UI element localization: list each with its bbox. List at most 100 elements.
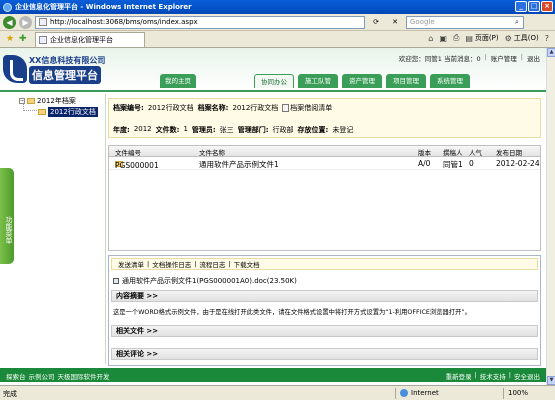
logout-link[interactable]: 退出	[527, 53, 540, 63]
year-label: 年度:	[113, 126, 130, 134]
footer-left-2: 示例公司	[28, 373, 55, 381]
cell-name[interactable]: 通用软件产品示例文件1	[199, 159, 279, 170]
reader-list-link[interactable]: 档案借阅清单	[282, 103, 332, 113]
detail-tabs: 发送清单 | 文档操作日志 | 流程日志 | 下载文档	[111, 258, 538, 270]
welcome-text: 欢迎您：同管1 当前消息：0	[398, 55, 481, 63]
archive-name: 2012行政文档	[232, 104, 279, 112]
print-icon: ⎙	[452, 33, 460, 42]
table-row[interactable]: PGS000001 通用软件产品示例文件1 A/0 同管1 0 2012-02-…	[109, 157, 540, 170]
function-menu-toggle[interactable]: 功能菜单	[0, 168, 14, 264]
address-bar-row: ◀ ▶ http://localhost:3068/bms/oms/index.…	[0, 14, 555, 31]
site-footer: 探索台 示例公司 天极国际软件开发 重新登录 | 技术支持 | 安全退出	[0, 368, 546, 382]
add-favorite-icon[interactable]: ✚	[19, 34, 29, 44]
admin-value: 张三	[219, 126, 234, 134]
col-header-version[interactable]: 版本	[418, 147, 431, 157]
maximize-button[interactable]: □	[528, 1, 540, 12]
address-text: http://localhost:3068/bms/oms/index.aspx	[50, 18, 198, 26]
table-header: 文件编号 文件名称 版本 撰稿人 人气 发布日期	[109, 146, 540, 157]
help-icon: ?	[544, 33, 549, 43]
stop-icon[interactable]: ✕	[387, 16, 403, 29]
cell-version: A/0	[418, 159, 431, 168]
search-input[interactable]: Google ⌕	[406, 15, 524, 29]
relogin-link[interactable]: 重新登录	[446, 371, 472, 381]
cell-author: 同管1	[443, 160, 463, 169]
location-label: 存放位置:	[297, 126, 329, 134]
print-cmd[interactable]: ⎙	[453, 33, 459, 43]
tab-send-list[interactable]: 发送清单	[118, 259, 144, 269]
page-menu[interactable]: ▤ 页面(P)	[465, 33, 498, 43]
browser-tab[interactable]: 企业信息化管理平台	[35, 31, 145, 47]
home-icon: ⌂	[428, 33, 434, 43]
forward-icon[interactable]: ▶	[19, 15, 32, 29]
file-table: 文件编号 文件名称 版本 撰稿人 人气 发布日期 PGS000001 通用软件产…	[108, 145, 541, 251]
feeds-icon: ▣	[439, 33, 447, 43]
scroll-up-icon[interactable]: ▲	[547, 48, 555, 57]
page-menu-label: 页面(P)	[474, 34, 499, 42]
scroll-down-icon[interactable]: ▼	[547, 376, 555, 385]
tab-doc-log[interactable]: 文档操作日志	[152, 259, 191, 269]
help-cmd[interactable]: ?	[545, 34, 549, 43]
safe-exit-link[interactable]: 安全退出	[514, 371, 540, 381]
logo-company-name: XX信息科技有限公司	[29, 56, 106, 65]
attachment-link[interactable]: 通用软件产品示例文件1(PGS000001A0).doc(23.50K)	[113, 276, 297, 286]
refresh-icon[interactable]: ⟳	[368, 16, 384, 29]
page-menu-icon: ▤	[465, 33, 473, 43]
account-link[interactable]: 账户管理	[491, 53, 517, 63]
word-doc-icon	[113, 278, 119, 284]
favorites-star-icon[interactable]: ★	[6, 34, 16, 44]
security-zone: Internet	[400, 389, 439, 397]
related-files-header[interactable]: 相关文件 >>	[111, 325, 538, 337]
close-button[interactable]: ×	[541, 1, 553, 12]
window-titlebar: 企业信息化管理平台 - Windows Internet Explorer _ …	[0, 0, 555, 14]
search-icon[interactable]: ⌕	[512, 18, 522, 27]
nav-tab-assets[interactable]: 资产管理	[342, 74, 382, 88]
dept-value: 行政部	[272, 126, 294, 134]
ie-icon	[3, 2, 12, 12]
tree-child-node[interactable]: 2012行政文档	[38, 107, 98, 117]
home-cmd[interactable]: ⌂	[428, 34, 433, 43]
site-header: XX信息科技有限公司 信息管理平台 欢迎您：同管1 当前消息：0 | 账户管理 …	[0, 48, 546, 92]
nav-tab-system[interactable]: 系统管理	[430, 74, 470, 88]
nav-tab-construction[interactable]: 施工队管	[298, 74, 338, 88]
tools-menu[interactable]: ⚙ 工具(O)	[505, 33, 539, 43]
tab-download[interactable]: 下载文档	[234, 259, 260, 269]
tools-menu-label: 工具(O)	[513, 34, 539, 42]
page-scrollbar[interactable]: ▲ ▼	[546, 48, 555, 385]
minimize-button[interactable]: _	[515, 1, 527, 12]
tree-root-label: 2012年档案	[37, 97, 76, 105]
col-header-author[interactable]: 撰稿人	[443, 147, 463, 157]
admin-label: 管理员:	[191, 126, 216, 134]
tree-child-label: 2012行政文档	[48, 107, 98, 117]
logo-mark-icon	[3, 55, 27, 83]
nav-tab-office[interactable]: 协同办公	[254, 74, 294, 88]
count-value: 1	[183, 125, 188, 133]
summary-text: 这是一个WORD格式示例文件，由于是在线打开此类文件，请在文件格式设置中将打开方…	[113, 309, 471, 316]
company-logo: XX信息科技有限公司 信息管理平台	[3, 52, 111, 88]
col-header-date[interactable]: 发布日期	[496, 147, 522, 157]
address-input[interactable]: http://localhost:3068/bms/oms/index.aspx	[35, 15, 365, 29]
gear-icon: ⚙	[504, 33, 512, 43]
nav-tab-projects[interactable]: 项目管理	[386, 74, 426, 88]
dept-label: 管理部门:	[237, 126, 269, 134]
col-header-name[interactable]: 文件名称	[199, 147, 225, 157]
file-detail-panel: 发送清单 | 文档操作日志 | 流程日志 | 下载文档 通用软件产品示例文件1(PGS…	[108, 255, 541, 366]
user-info: 欢迎您：同管1 当前消息：0 | 账户管理 | 退出	[398, 53, 540, 63]
back-icon[interactable]: ◀	[3, 15, 16, 29]
browser-tabbar: ★ ✚ 企业信息化管理平台 ⌂ ▣ ⎙ ▤ 页面(P) ⚙ 工具(O) ?	[0, 31, 555, 48]
zoom-level[interactable]: 100%	[508, 389, 528, 397]
globe-icon	[400, 389, 408, 397]
tab-flow-log[interactable]: 流程日志	[199, 259, 225, 269]
nav-tab-home[interactable]: 我的主页	[160, 74, 196, 88]
archive-info-panel: 档案编号: 2012行政文档 档案名称: 2012行政文档 档案借阅清单 年度:…	[108, 98, 541, 138]
year-value: 2012	[133, 125, 152, 133]
related-comments-header[interactable]: 相关评论 >>	[111, 348, 538, 360]
summary-section-header[interactable]: 内容摘要 >>	[111, 290, 538, 302]
feeds-cmd[interactable]: ▣	[439, 34, 447, 43]
col-header-views[interactable]: 人气	[469, 147, 482, 157]
col-header-code[interactable]: 文件编号	[115, 147, 141, 157]
support-link[interactable]: 技术支持	[480, 371, 506, 381]
count-label: 文件数:	[155, 126, 180, 134]
archive-name-label: 档案名称:	[197, 104, 229, 112]
main-content: 档案编号: 2012行政文档 档案名称: 2012行政文档 档案借阅清单 年度:…	[108, 95, 545, 366]
archive-code-label: 档案编号:	[113, 104, 144, 112]
